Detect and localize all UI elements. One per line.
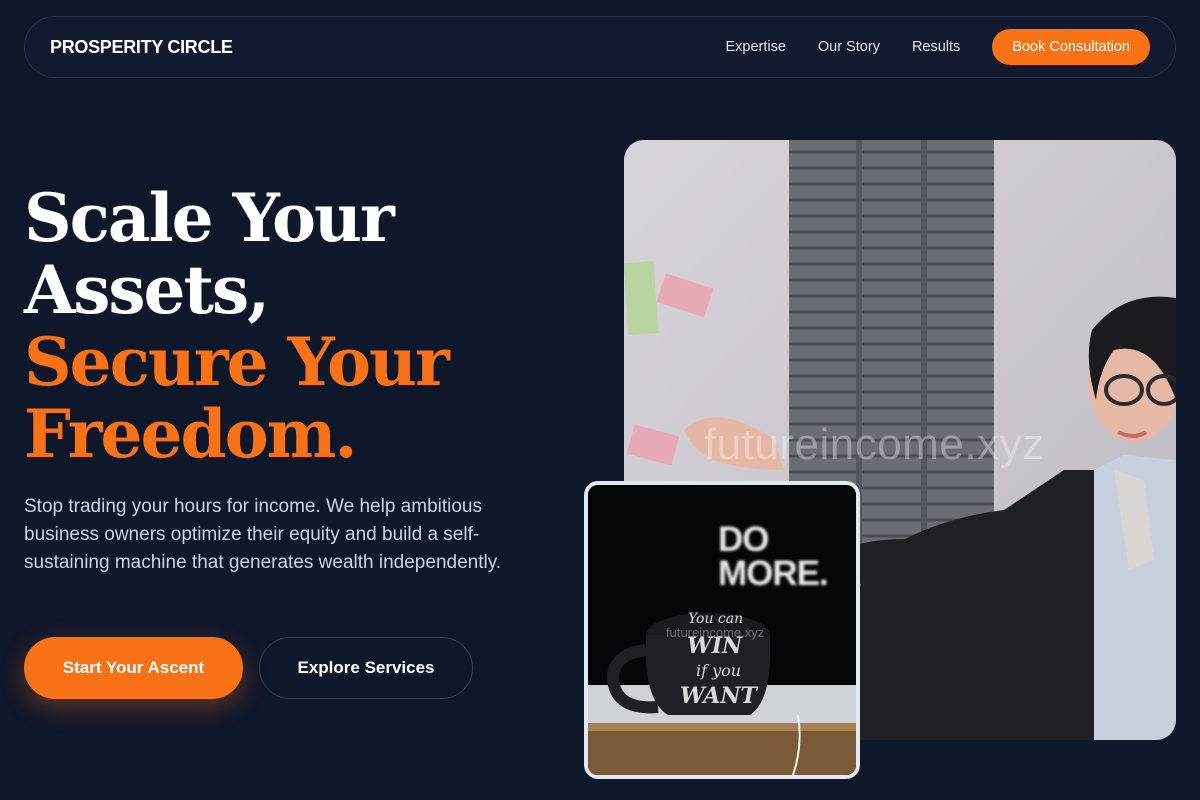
nav-link-our-story[interactable]: Our Story <box>818 39 880 55</box>
mug-line-3: if you <box>696 661 742 680</box>
small-image-watermark: futureincome.xyz <box>666 625 765 640</box>
hero-subtext: Stop trading your hours for income. We h… <box>24 496 502 573</box>
nav-link-expertise[interactable]: Expertise <box>725 39 785 55</box>
headline-line-4: Freedom. <box>24 395 357 473</box>
mug-photo: DO MORE. You can WIN if you WANT futurei… <box>584 481 860 779</box>
start-your-ascent-button[interactable]: Start Your Ascent <box>24 637 243 699</box>
headline-line-1: Scale Your <box>24 179 395 257</box>
brand-logo[interactable]: PROSPERITY CIRCLE <box>50 37 233 58</box>
main-image-watermark: futureincome.xyz <box>704 420 1045 469</box>
headline-line-2: Assets, <box>24 251 270 329</box>
book-consultation-button[interactable]: Book Consultation <box>992 29 1150 65</box>
headline-line-3: Secure Your <box>24 323 450 401</box>
nav-link-results[interactable]: Results <box>912 39 960 55</box>
mug-line-4: WANT <box>680 683 757 709</box>
do-more-poster: DO MORE. <box>718 522 829 593</box>
hero-headline: Scale Your Assets, Secure Your Freedom. <box>24 182 584 470</box>
explore-services-button[interactable]: Explore Services <box>259 637 473 699</box>
poster-line-2: MORE. <box>718 554 829 593</box>
top-navigation: PROSPERITY CIRCLE Expertise Our Story Re… <box>24 16 1176 78</box>
nav-links: Expertise Our Story Results Book Consult… <box>725 29 1150 65</box>
